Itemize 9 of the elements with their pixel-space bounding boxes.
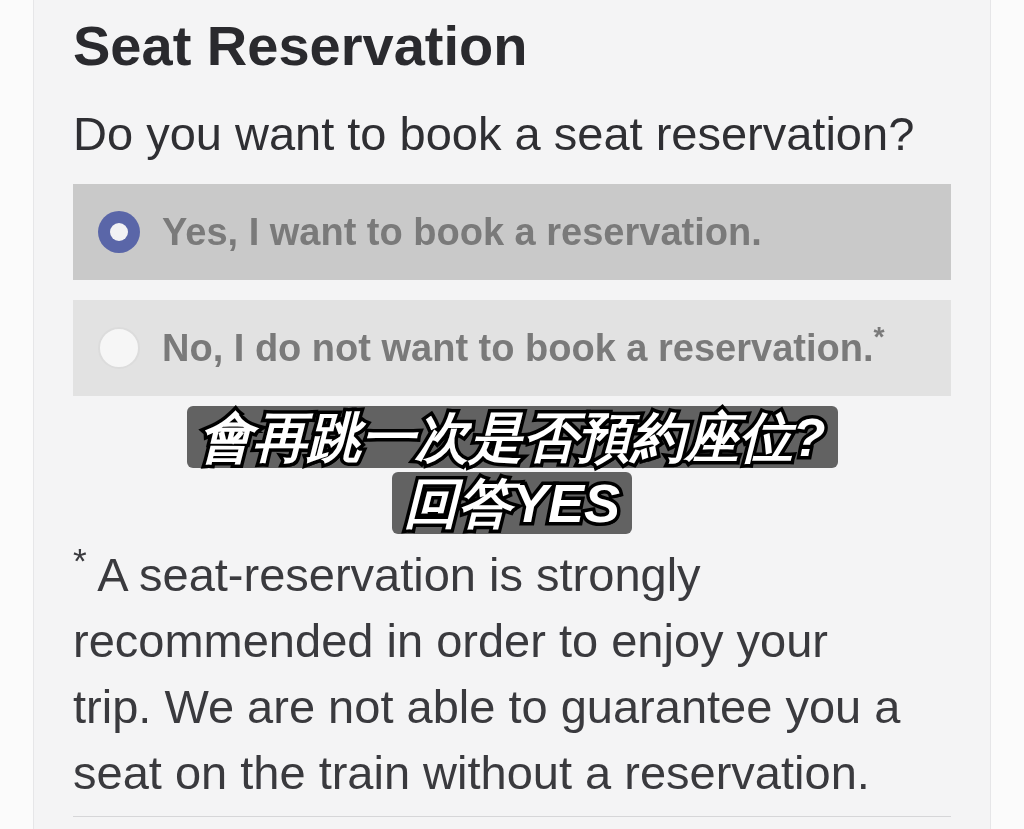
subtitle-text: 回答YES bbox=[391, 472, 633, 534]
section-title: Seat Reservation bbox=[73, 14, 528, 78]
question-text: Do you want to book a seat reservation? bbox=[73, 106, 915, 162]
radio-icon[interactable] bbox=[98, 211, 140, 253]
radio-option[interactable]: Yes, I want to book a reservation. bbox=[73, 184, 951, 280]
footnote-text: $^{*}$ A seat-reservation is strongly recommended in order to enjoy your trip. We are not able to guarantee you a seat on the train without a reservation. bbox=[73, 542, 902, 801]
radio-icon[interactable] bbox=[98, 327, 140, 369]
radio-option[interactable]: No, I do not want to book a reservation.$^{*}$ bbox=[73, 300, 951, 396]
subtitle-text: 會再跳一次是否預約座位? bbox=[186, 406, 838, 468]
